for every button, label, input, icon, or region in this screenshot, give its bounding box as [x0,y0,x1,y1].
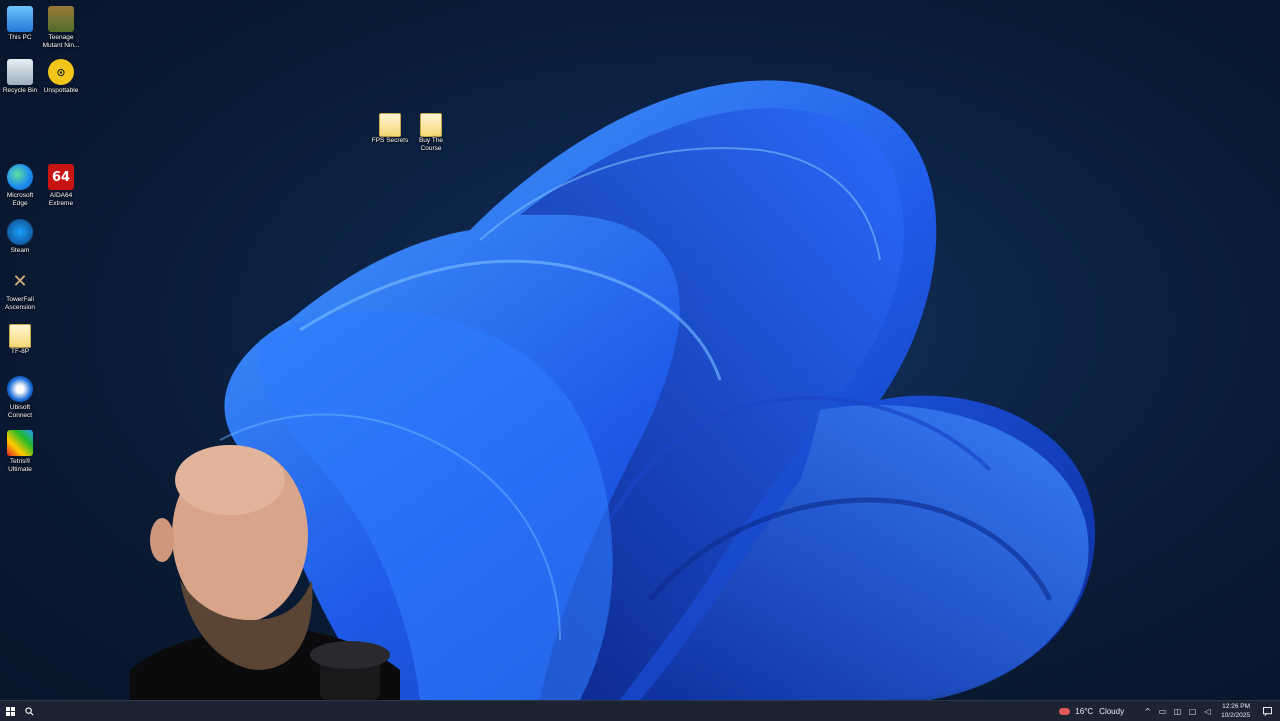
webcam-overlay [130,445,400,700]
desktop-icon-unspottable[interactable]: ⊙ Unspottable [41,59,81,95]
steam-icon [7,219,33,245]
weather-cloud-icon [1059,707,1071,715]
desktop-icon-label: This PC [8,34,32,41]
battery-icon[interactable]: ▭ [1158,707,1167,716]
desktop-icon-steam[interactable]: Steam [0,219,40,255]
folder-icon [9,324,31,348]
desktop-icon-recycle-bin[interactable]: Recycle Bin [0,59,40,95]
desktop-icon-label: Teenage Mutant Nin... [42,34,80,49]
desktop-icon-label: FPS Secrets [371,137,409,144]
desktop-icon-label: Unspottable [43,87,79,94]
desktop-icon-this-pc[interactable]: This PC [0,6,40,42]
windows-logo-icon [5,706,15,716]
desktop-icon-tf-8p[interactable]: TF-8P [0,324,40,356]
weather-widget[interactable]: 16°C Cloudy [1059,707,1124,716]
ubisoft-icon [7,376,33,402]
desktop-icon-aida64[interactable]: 64 AIDA64 Extreme [41,164,81,208]
weather-temp: 16°C [1075,706,1094,716]
clock-date: 10/2/2025 [1221,712,1250,719]
desktop-icon-label: Microsoft Edge [6,192,34,207]
game-unspottable-icon: ⊙ [48,59,74,85]
desktop-icon-tmnt[interactable]: Teenage Mutant Nin... [41,6,81,50]
desktop-icon-label: Buy The Course [418,137,444,152]
magnifier-icon [24,706,33,715]
desktop-icon-label: Tetris® Ultimate [8,458,32,473]
desktop-icon-edge[interactable]: Microsoft Edge [0,164,40,208]
desktop-icon-label: AIDA64 Extreme [48,192,74,207]
tetris-icon [7,430,33,456]
recycle-bin-icon [7,59,33,85]
towerfall-icon: ✕ [12,270,28,292]
folder-icon [420,113,442,137]
weather-condition: Cloudy [1099,706,1125,716]
display-icon[interactable]: ▢ [1188,707,1197,716]
game-tmnt-icon [48,6,74,32]
network-icon[interactable]: ◫ [1173,707,1182,716]
desktop-icon-label: Ubisoft Connect [7,404,33,419]
taskbar: 16°C Cloudy ^ ▭ ◫ ▢ ◁ 12:26 PM 10/2/2025 [0,700,1280,721]
desktop-icon-towerfall[interactable]: ✕ TowerFall Ascension [0,268,40,312]
search-icon[interactable] [20,701,38,721]
folder-icon [379,113,401,137]
notification-bubble-icon [1262,706,1272,716]
volume-icon[interactable]: ◁ [1203,707,1212,716]
desktop-icon-label: TF-8P [10,348,30,355]
windows-start-icon[interactable] [0,701,20,721]
clock[interactable]: 12:26 PM 10/2/2025 [1221,702,1250,720]
desktop-icon-ubisoft[interactable]: Ubisoft Connect [0,376,40,420]
desktop-icon-fps-secrets[interactable]: FPS Secrets [370,113,410,145]
clock-time: 12:26 PM [1222,703,1250,710]
edge-icon [7,164,33,190]
desktop-icon-label: Recycle Bin [2,87,38,94]
desktop-icon-label: Steam [10,247,30,254]
this-pc-icon [7,6,33,32]
aida64-icon: 64 [48,164,74,190]
chevron-up-icon[interactable]: ^ [1143,707,1152,716]
desktop-icon-label: TowerFall Ascension [5,296,35,311]
desktop-icon-buy-the-course[interactable]: Buy The Course [411,113,451,153]
desktop-icon-tetris[interactable]: Tetris® Ultimate [0,430,40,474]
notification-icon[interactable] [1260,701,1274,721]
